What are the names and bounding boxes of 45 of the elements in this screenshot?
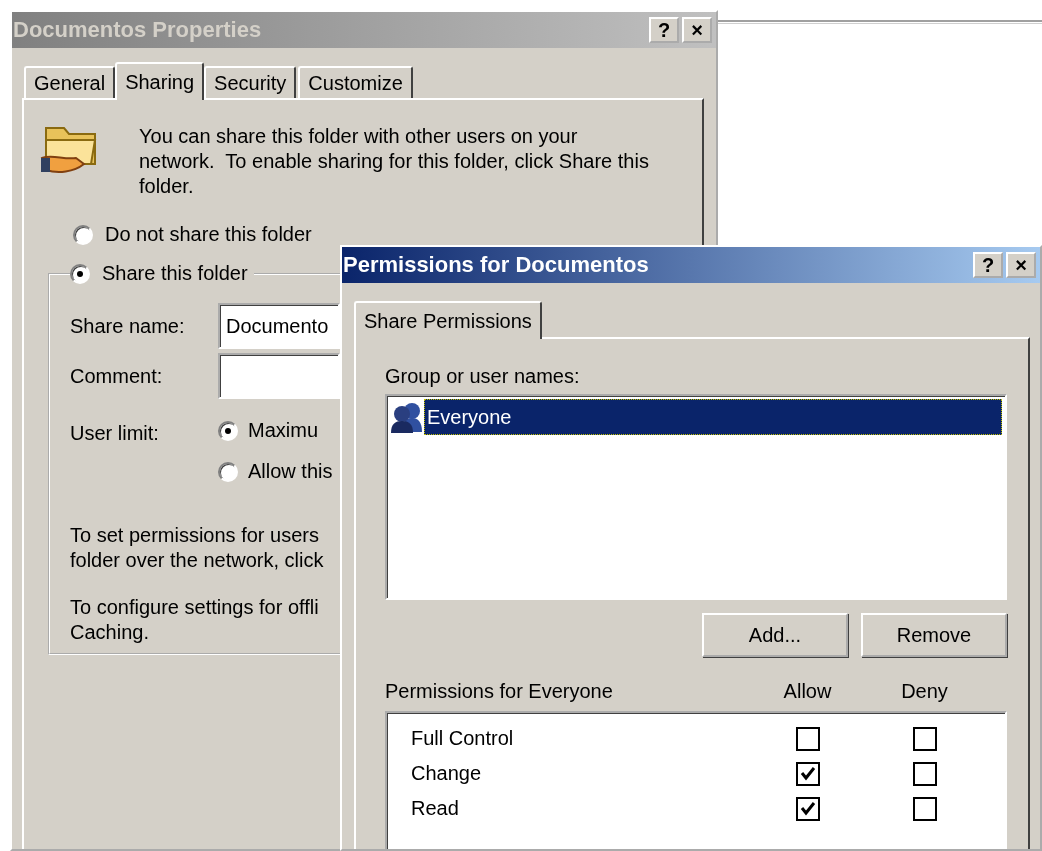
field-label: Share name: [70, 314, 186, 338]
permission-name: Read [411, 797, 460, 820]
window-title: Documentos Properties [13, 17, 263, 43]
close-button[interactable]: × [1006, 252, 1036, 278]
radio-button[interactable] [218, 461, 238, 482]
note-text: To configure settings for offli Caching. [70, 595, 320, 645]
user-list[interactable]: Everyone [385, 394, 1007, 600]
radio-button[interactable] [70, 263, 90, 284]
dialog-button[interactable]: Remove [861, 613, 1007, 657]
option-label[interactable]: Allow this [248, 460, 333, 483]
option-label[interactable]: Do not share this folder [105, 223, 312, 246]
dialog-button[interactable]: Add... [702, 613, 848, 657]
radio-button[interactable] [218, 420, 238, 441]
text-field[interactable] [218, 353, 340, 399]
checkbox[interactable] [912, 796, 937, 821]
note-text: To set permissions for users folder over the network, click [70, 523, 325, 573]
option-label[interactable]: Share this folder [102, 262, 248, 285]
field-label: Comment: [70, 364, 164, 388]
description: You can share this folder with other users on your network. To enable sharing for this folder, click Share this folder. [139, 124, 649, 199]
column-header: Deny [900, 679, 949, 703]
help-button[interactable]: ? [973, 252, 1003, 278]
checkbox[interactable] [912, 726, 937, 751]
tab[interactable]: Share Permissions [354, 301, 542, 339]
user-group-icon [390, 400, 424, 434]
permission-name: Change [411, 762, 483, 785]
check-icon [799, 766, 816, 781]
list-label: Group or user names: [385, 365, 581, 388]
column-header: Allow [782, 679, 833, 703]
list-item[interactable]: Everyone [424, 399, 1002, 435]
check-icon [799, 801, 816, 816]
tab[interactable]: Security [204, 66, 297, 98]
tab[interactable]: General [24, 66, 116, 98]
field-label: User limit: [70, 421, 160, 446]
checkbox[interactable] [912, 761, 937, 786]
text-field[interactable]: Documento [218, 303, 340, 349]
permission-name: Full Control [411, 727, 515, 750]
tab[interactable]: Sharing [115, 62, 205, 100]
checkbox[interactable] [795, 726, 820, 751]
tab[interactable]: Customize [298, 66, 413, 98]
window-title: Permissions for Documentos [343, 252, 650, 278]
list-label: Permissions for Everyone [385, 679, 614, 703]
checkbox[interactable] [795, 761, 820, 786]
checkbox[interactable] [795, 796, 820, 821]
radio-button[interactable] [73, 224, 93, 245]
option-label[interactable]: Maximu [248, 419, 318, 442]
